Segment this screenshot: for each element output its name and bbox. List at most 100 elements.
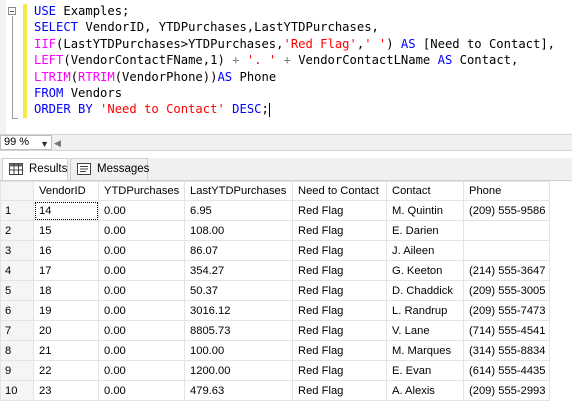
code-line[interactable]: LEFT(VendorContactFName,1) + '. ' + Vend…: [34, 52, 555, 68]
row-number[interactable]: 3: [0, 240, 34, 261]
row-number[interactable]: 10: [0, 380, 34, 401]
column-header[interactable]: LastYTDPurchases: [184, 181, 293, 201]
column-header[interactable]: Contact: [386, 181, 464, 201]
code-line[interactable]: USE Examples;: [34, 3, 555, 19]
column-header[interactable]: YTDPurchases: [98, 181, 185, 201]
table-cell[interactable]: 19: [33, 300, 99, 321]
table-cell[interactable]: Red Flag: [292, 220, 387, 241]
table-cell[interactable]: (314) 555-8834: [463, 340, 550, 361]
table-cell[interactable]: 0.00: [98, 300, 185, 321]
table-cell[interactable]: 0.00: [98, 260, 185, 281]
table-row[interactable]: 6 19 0.00 3016.12 Red Flag L. Randrup (209) 55…: [0, 300, 550, 321]
table-row[interactable]: 3 16 0.00 86.07 Red Flag J. Aileen: [0, 240, 550, 261]
sql-editor[interactable]: USE Examples; SELECT VendorID, YTDPurchas…: [0, 0, 572, 134]
table-cell[interactable]: (614) 555-4435: [463, 360, 550, 381]
code-line[interactable]: IIF(LastYTDPurchases>YTDPurchases,'Red F…: [34, 36, 555, 52]
table-cell[interactable]: D. Chaddick: [386, 280, 464, 301]
table-cell[interactable]: Red Flag: [292, 360, 387, 381]
table-cell[interactable]: (209) 555-3005: [463, 280, 550, 301]
table-cell[interactable]: Red Flag: [292, 260, 387, 281]
table-cell[interactable]: (209) 555-7473: [463, 300, 550, 321]
table-cell[interactable]: L. Randrup: [386, 300, 464, 321]
code-line[interactable]: FROM Vendors: [34, 85, 555, 101]
table-cell[interactable]: 20: [33, 320, 99, 341]
table-cell[interactable]: 0.00: [98, 240, 185, 261]
table-cell[interactable]: Red Flag: [292, 340, 387, 361]
table-cell[interactable]: 14: [33, 200, 99, 221]
table-cell[interactable]: (714) 555-4541: [463, 320, 550, 341]
row-number[interactable]: 9: [0, 360, 34, 381]
table-cell[interactable]: 3016.12: [184, 300, 293, 321]
table-cell[interactable]: 86.07: [184, 240, 293, 261]
table-cell[interactable]: Red Flag: [292, 240, 387, 261]
column-header[interactable]: Phone: [463, 181, 550, 201]
row-number[interactable]: 6: [0, 300, 34, 321]
table-cell[interactable]: M. Quintin: [386, 200, 464, 221]
table-cell[interactable]: 354.27: [184, 260, 293, 281]
grid-corner[interactable]: [0, 181, 34, 201]
table-cell[interactable]: 0.00: [98, 340, 185, 361]
row-number[interactable]: 1: [0, 200, 34, 221]
collapse-icon[interactable]: [8, 7, 16, 15]
query-text[interactable]: USE Examples; SELECT VendorID, YTDPurchas…: [34, 3, 555, 118]
table-cell[interactable]: Red Flag: [292, 300, 387, 321]
table-row[interactable]: 9 22 0.00 1200.00 Red Flag E. Evan (614) 555-4…: [0, 360, 550, 381]
code-line[interactable]: LTRIM(RTRIM(VendorPhone))AS Phone: [34, 69, 555, 85]
table-cell[interactable]: 15: [33, 220, 99, 241]
table-cell[interactable]: M. Marques: [386, 340, 464, 361]
table-row[interactable]: 7 20 0.00 8805.73 Red Flag V. Lane (714) 555-4…: [0, 320, 550, 341]
tab-messages[interactable]: Messages: [70, 158, 149, 180]
table-cell[interactable]: Red Flag: [292, 200, 387, 221]
row-number[interactable]: 8: [0, 340, 34, 361]
table-cell[interactable]: E. Evan: [386, 360, 464, 381]
table-cell[interactable]: (209) 555-2993: [463, 380, 550, 401]
table-cell[interactable]: (214) 555-3647: [463, 260, 550, 281]
table-cell[interactable]: E. Darien: [386, 220, 464, 241]
table-cell[interactable]: A. Alexis: [386, 380, 464, 401]
scroll-left-icon[interactable]: ◀: [54, 138, 61, 149]
code-line[interactable]: SELECT VendorID, YTDPurchases,LastYTDPur…: [34, 19, 555, 35]
table-cell[interactable]: 108.00: [184, 220, 293, 241]
table-cell[interactable]: 0.00: [98, 320, 185, 341]
table-row[interactable]: 1 14 0.00 6.95 Red Flag M. Quintin (209) 555-9…: [0, 200, 550, 221]
table-cell[interactable]: Red Flag: [292, 320, 387, 341]
table-cell[interactable]: 0.00: [98, 200, 185, 221]
table-cell[interactable]: 0.00: [98, 280, 185, 301]
table-cell[interactable]: 6.95: [184, 200, 293, 221]
table-cell[interactable]: 0.00: [98, 220, 185, 241]
column-header[interactable]: VendorID: [33, 181, 99, 201]
results-grid[interactable]: VendorID YTDPurchases LastYTDPurchases Need…: [0, 180, 572, 401]
table-cell[interactable]: 22: [33, 360, 99, 381]
row-number[interactable]: 5: [0, 280, 34, 301]
table-cell[interactable]: Red Flag: [292, 380, 387, 401]
code-line[interactable]: ORDER BY 'Need to Contact' DESC;: [34, 101, 555, 117]
table-cell[interactable]: 479.63: [184, 380, 293, 401]
row-number[interactable]: 4: [0, 260, 34, 281]
zoom-dropdown[interactable]: 99 % ▼: [0, 135, 52, 150]
row-number[interactable]: 2: [0, 220, 34, 241]
table-row[interactable]: 4 17 0.00 354.27 Red Flag G. Keeton (214) 555-…: [0, 260, 550, 281]
table-cell[interactable]: 100.00: [184, 340, 293, 361]
table-row[interactable]: 2 15 0.00 108.00 Red Flag E. Darien: [0, 220, 550, 241]
table-cell[interactable]: 50.37: [184, 280, 293, 301]
table-cell[interactable]: 0.00: [98, 360, 185, 381]
table-cell[interactable]: G. Keeton: [386, 260, 464, 281]
table-cell[interactable]: 23: [33, 380, 99, 401]
table-cell[interactable]: 17: [33, 260, 99, 281]
table-row[interactable]: 5 18 0.00 50.37 Red Flag D. Chaddick (209) 555…: [0, 280, 550, 301]
table-cell[interactable]: (209) 555-9586: [463, 200, 550, 221]
table-cell[interactable]: 8805.73: [184, 320, 293, 341]
row-number[interactable]: 7: [0, 320, 34, 341]
table-cell[interactable]: 0.00: [98, 380, 185, 401]
table-cell[interactable]: Red Flag: [292, 280, 387, 301]
table-cell[interactable]: V. Lane: [386, 320, 464, 341]
table-cell[interactable]: [463, 220, 550, 241]
table-cell[interactable]: J. Aileen: [386, 240, 464, 261]
table-row[interactable]: 10 23 0.00 479.63 Red Flag A. Alexis (209) 555…: [0, 380, 550, 401]
table-cell[interactable]: [463, 240, 550, 261]
table-cell[interactable]: 16: [33, 240, 99, 261]
table-cell[interactable]: 18: [33, 280, 99, 301]
table-cell[interactable]: 1200.00: [184, 360, 293, 381]
table-row[interactable]: 8 21 0.00 100.00 Red Flag M. Marques (314) 555…: [0, 340, 550, 361]
column-header[interactable]: Need to Contact: [292, 181, 387, 201]
